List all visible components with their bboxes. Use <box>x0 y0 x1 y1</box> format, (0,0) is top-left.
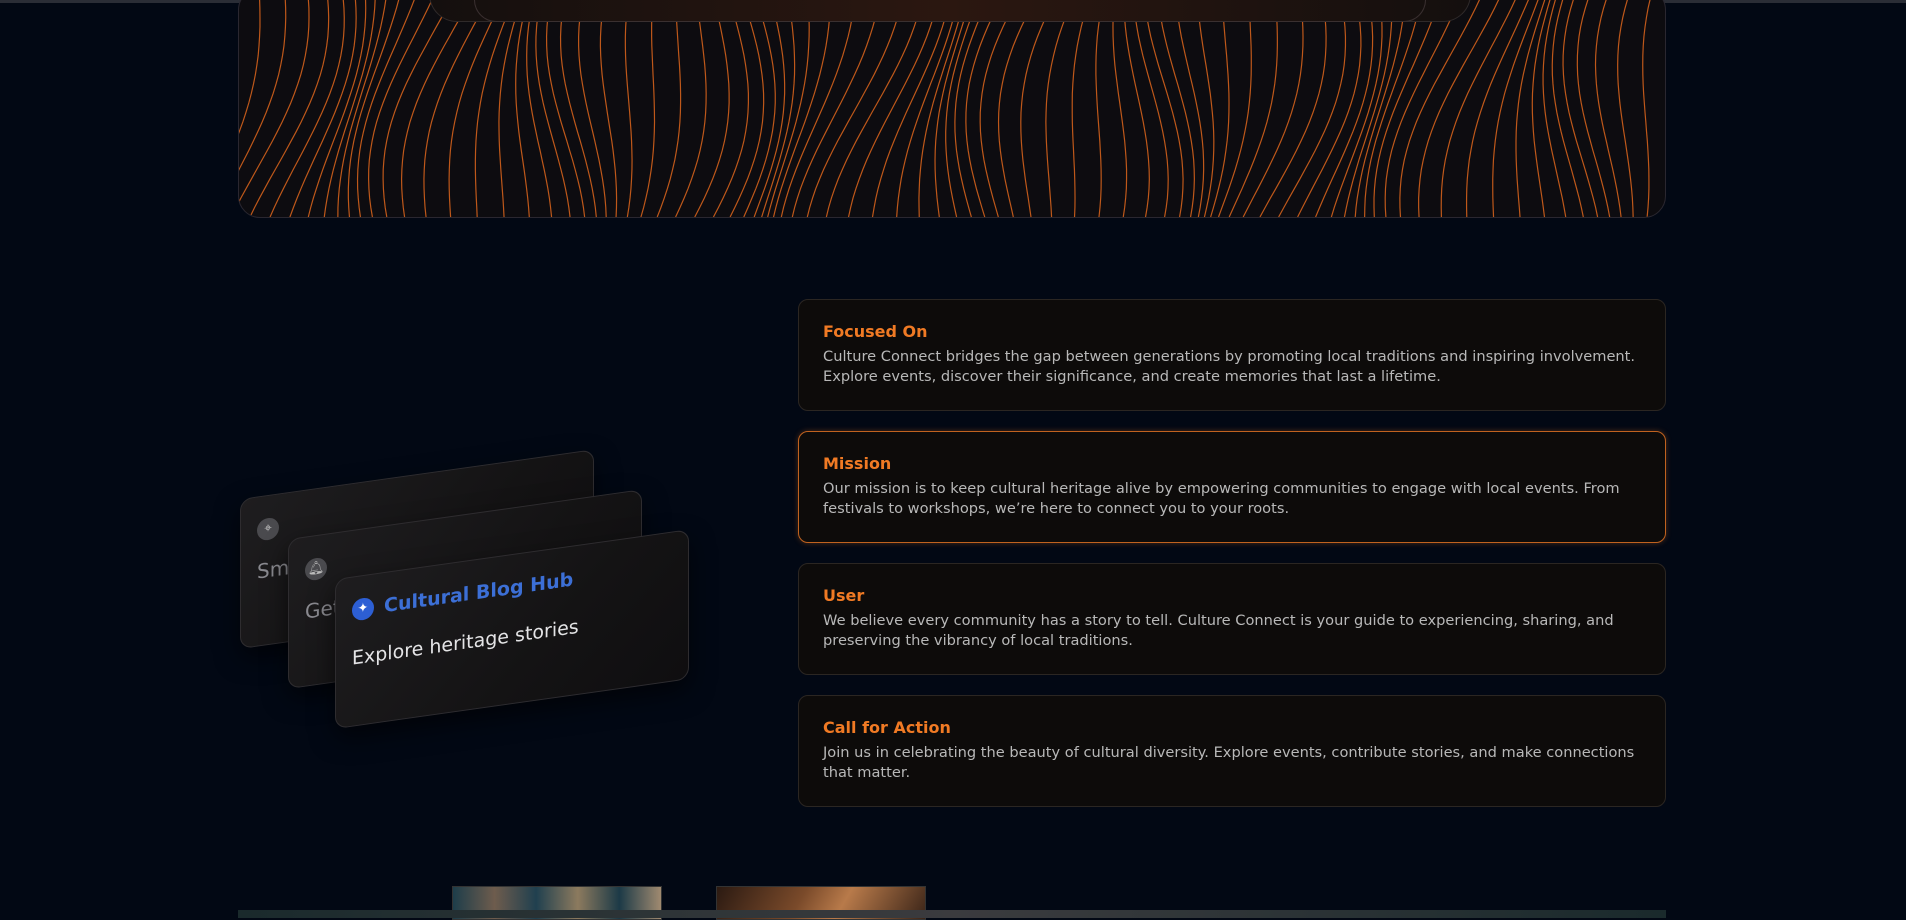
target-icon: ⌖ <box>257 516 279 542</box>
feature-card-stack: ⌖ Sm 🔔︎ Get ✦ Cultural Blog Hub Explore … <box>238 449 698 735</box>
blog-hub-subtitle: Explore heritage stories <box>352 615 579 670</box>
wave-line <box>656 0 682 217</box>
info-card-call-for-action[interactable]: Call for Action Join us in celebrating t… <box>798 695 1666 807</box>
wave-line <box>1123 0 1150 217</box>
info-card-user[interactable]: User We believe every community has a st… <box>798 563 1666 675</box>
wave-line <box>578 0 607 217</box>
info-card-title: User <box>823 586 865 605</box>
wave-line <box>767 0 810 217</box>
info-card-list: Focused On Culture Connect bridges the g… <box>798 299 1666 827</box>
wave-line <box>535 0 571 217</box>
wave-line <box>323 0 376 217</box>
wave-line <box>1531 0 1551 217</box>
wave-line <box>1617 0 1634 217</box>
wave-line <box>382 0 452 217</box>
wave-line <box>1364 0 1422 217</box>
info-card-mission[interactable]: Mission Our mission is to keep cultural … <box>798 431 1666 543</box>
wave-line <box>1278 0 1347 217</box>
hero-search-bar-outline <box>474 0 1426 22</box>
wave-line <box>825 0 923 217</box>
wave-line <box>249 0 330 217</box>
wave-line <box>356 0 415 217</box>
wave-line <box>640 0 656 217</box>
info-card-text: We believe every community has a story t… <box>823 612 1614 649</box>
info-card-text: Culture Connect bridges the gap between … <box>823 348 1636 385</box>
wave-line <box>400 0 471 217</box>
wave-line <box>1384 0 1460 217</box>
sparkle-icon: ✦ <box>352 596 374 622</box>
stack-card-subtitle: Sm <box>257 555 290 584</box>
wave-line <box>289 0 357 217</box>
wave-line <box>1315 0 1374 217</box>
bottom-section-edge <box>238 910 1666 918</box>
wave-line <box>239 0 261 135</box>
wave-line <box>1343 0 1393 217</box>
wave-line <box>847 0 939 217</box>
wave-line <box>729 0 765 217</box>
wave-line <box>694 0 730 217</box>
info-card-title: Focused On <box>823 322 928 341</box>
wave-line <box>918 0 965 217</box>
info-card-title: Call for Action <box>823 718 951 737</box>
wave-line <box>712 0 749 217</box>
wave-line <box>1020 0 1055 217</box>
wave-line <box>1197 0 1215 217</box>
wave-line <box>1465 0 1530 217</box>
wave-line <box>1242 0 1304 217</box>
info-card-text: Our mission is to keep cultural heritage… <box>823 480 1620 517</box>
blog-hub-title: Cultural Blog Hub <box>384 568 574 618</box>
wave-line <box>624 0 633 217</box>
wave-line <box>1562 0 1599 217</box>
wave-line <box>1440 0 1516 217</box>
wave-line <box>239 0 287 171</box>
wave-line <box>1642 0 1651 217</box>
info-card-text: Join us in celebrating the beauty of cul… <box>823 744 1635 781</box>
wave-line <box>347 0 400 217</box>
wave-line <box>1542 0 1567 217</box>
wave-line <box>1175 0 1205 217</box>
wave-line <box>997 0 1036 217</box>
wave-line <box>753 0 786 217</box>
wave-line <box>1071 0 1090 217</box>
wave-line <box>1373 0 1440 217</box>
wave-pattern <box>239 0 1651 217</box>
info-card-title: Mission <box>823 454 892 473</box>
wave-line <box>526 0 553 217</box>
wave-line <box>1576 0 1611 217</box>
bell-icon: 🔔︎ <box>305 556 327 582</box>
wave-line <box>1157 0 1195 217</box>
wave-line <box>1112 0 1128 217</box>
hero-banner <box>238 0 1666 218</box>
wave-line <box>1594 0 1622 217</box>
wave-line <box>1133 0 1169 217</box>
wave-line <box>1354 0 1406 217</box>
wave-line <box>1217 0 1252 217</box>
info-card-focused-on[interactable]: Focused On Culture Connect bridges the g… <box>798 299 1666 411</box>
wave-line <box>1095 0 1104 217</box>
wave-line <box>979 0 1018 217</box>
wave-line <box>239 0 310 203</box>
wave-line <box>1228 0 1278 217</box>
wave-line <box>1210 0 1230 217</box>
wave-line <box>448 0 503 217</box>
